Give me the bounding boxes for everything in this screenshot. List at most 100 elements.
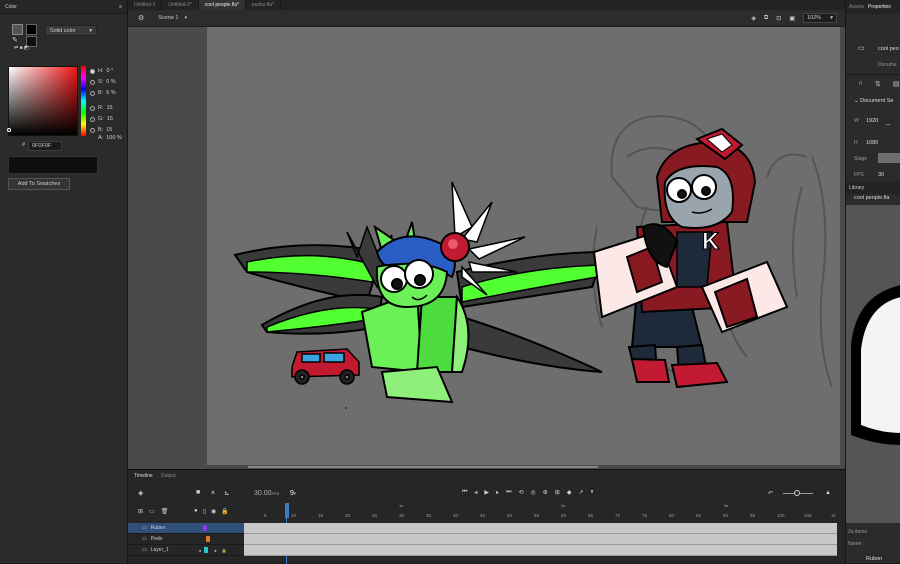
green-value[interactable]: 15 bbox=[107, 116, 113, 122]
red-radio[interactable] bbox=[90, 105, 95, 111]
layer-color-swatch[interactable] bbox=[204, 547, 209, 553]
center-stage-icon[interactable]: ⊡ bbox=[776, 15, 781, 22]
first-frame-icon[interactable]: ⏮ bbox=[462, 489, 467, 496]
highlight-dot-icon[interactable]: ● bbox=[199, 548, 201, 553]
current-frame-display[interactable]: 9F bbox=[290, 490, 296, 497]
library-item[interactable]: Ruben bbox=[866, 556, 882, 562]
hue-slider[interactable] bbox=[81, 66, 86, 136]
clip-icon[interactable]: ⧉ bbox=[764, 15, 768, 22]
scene-name[interactable]: Scene 1 bbox=[158, 15, 178, 21]
scene-chevron-icon[interactable]: ▾ bbox=[184, 15, 187, 21]
library-file[interactable]: cool people.fla bbox=[854, 195, 889, 201]
fill-bucket-icon[interactable]: ✎ bbox=[12, 36, 23, 44]
onion-skin-icon[interactable]: ◎ bbox=[531, 489, 536, 496]
tab-cool-people[interactable]: cool people.fla* bbox=[198, 0, 246, 10]
brightness-value[interactable]: 6 % bbox=[106, 90, 115, 96]
green-radio[interactable] bbox=[90, 116, 95, 122]
hex-input[interactable]: 0F0F0F bbox=[28, 141, 62, 151]
fill-type-select[interactable]: Solid color ▾ bbox=[45, 25, 97, 36]
saturation-field[interactable] bbox=[8, 66, 78, 136]
tab-properties[interactable]: Properties bbox=[868, 4, 891, 10]
swap-icon[interactable]: ⇅ bbox=[875, 80, 881, 88]
hue-value[interactable]: 0 ° bbox=[107, 68, 114, 74]
hue-radio[interactable] bbox=[90, 68, 95, 74]
visibility-icon[interactable]: ◉ bbox=[211, 508, 216, 515]
layer-name[interactable]: Layer_1 bbox=[151, 547, 169, 553]
horizontal-scrollbar[interactable] bbox=[248, 466, 598, 468]
graph-icon[interactable]: ⊾ bbox=[224, 489, 230, 497]
stage[interactable]: K bbox=[207, 27, 840, 465]
tab-timeline[interactable]: Timeline bbox=[134, 473, 153, 479]
outline-icon[interactable]: ▯ bbox=[203, 508, 206, 515]
frames-row-pedo[interactable] bbox=[244, 534, 837, 545]
stroke-color-icon[interactable] bbox=[12, 24, 23, 35]
height-value[interactable]: 1080 bbox=[866, 140, 878, 146]
keyframe-icon[interactable]: ◆ bbox=[567, 489, 572, 496]
mountain-large-icon[interactable]: ▲ bbox=[825, 490, 831, 496]
library-title[interactable]: Library bbox=[849, 185, 864, 191]
frames-row-ruben[interactable] bbox=[244, 523, 837, 534]
next-frame-icon[interactable]: ▸ bbox=[496, 489, 499, 496]
red-value[interactable]: 15 bbox=[107, 105, 113, 111]
color-picker-handle[interactable] bbox=[7, 128, 11, 132]
layer-color-swatch[interactable] bbox=[206, 536, 211, 542]
layer-row[interactable]: ▭ Ruben bbox=[128, 523, 244, 534]
highlight-icon[interactable]: ● bbox=[194, 508, 198, 515]
layer-color-swatch[interactable] bbox=[203, 525, 208, 531]
edit-multiple-icon[interactable]: ⊕ bbox=[543, 489, 548, 496]
new-folder-icon[interactable]: ▭ bbox=[149, 508, 155, 515]
stroke-swatch[interactable] bbox=[26, 24, 37, 35]
layer-row[interactable]: ▭ Layer_1 ● ● 🔒 bbox=[128, 545, 244, 556]
frame-ruler[interactable]: 1s 2s 3s 5 10 15 20 25 30 35 40 45 50 55 60 65 70 75 80… bbox=[244, 503, 837, 523]
fit-icon[interactable]: ▣ bbox=[789, 15, 795, 22]
zoom-slider-handle[interactable] bbox=[794, 490, 800, 496]
zoom-select[interactable]: 102% ▾ bbox=[803, 13, 837, 23]
tab-assets[interactable]: Assets bbox=[849, 4, 864, 10]
align-icon[interactable]: ▤ bbox=[893, 80, 900, 88]
frames-row-layer1[interactable] bbox=[244, 545, 837, 556]
play-icon[interactable]: ▶ bbox=[484, 489, 489, 496]
pause-icon[interactable]: ⏸ bbox=[590, 489, 593, 496]
lock-small-icon[interactable]: 🔒 bbox=[222, 548, 227, 553]
blue-value[interactable]: 15 bbox=[106, 127, 112, 133]
panel-menu-icon[interactable]: ≡ bbox=[119, 4, 122, 10]
new-layer-icon[interactable]: ⊞ bbox=[138, 508, 143, 515]
name-column-header[interactable]: Name ↑ bbox=[848, 541, 865, 547]
edit-scene-icon[interactable]: ⚙ bbox=[138, 14, 144, 22]
playhead[interactable] bbox=[285, 503, 289, 518]
tab-output[interactable]: Output bbox=[161, 473, 176, 479]
delete-layer-icon[interactable]: 🗑 bbox=[161, 508, 169, 515]
insert-frame-icon[interactable]: ⊞ bbox=[555, 489, 560, 496]
swap-colors-icon[interactable]: ⇄ ■ ◩ bbox=[14, 45, 29, 51]
visibility-dot-icon[interactable]: ● bbox=[214, 548, 216, 553]
saturation-radio[interactable] bbox=[90, 79, 95, 85]
layer-row[interactable]: ▭ Pedo bbox=[128, 534, 244, 545]
undo-icon[interactable]: ↶ bbox=[768, 490, 773, 497]
brightness-radio[interactable] bbox=[90, 90, 95, 96]
lock-icon[interactable]: 🔒 bbox=[221, 508, 228, 515]
tab-punks[interactable]: punks.fla* bbox=[246, 0, 281, 10]
document-settings-header[interactable]: ⌄ Document Se bbox=[854, 98, 893, 104]
saturation-value[interactable]: 0 % bbox=[106, 79, 115, 85]
parent-icon[interactable]: ⩚ bbox=[211, 489, 215, 497]
last-frame-icon[interactable]: ⏭ bbox=[506, 489, 511, 496]
prev-frame-icon[interactable]: ◂ bbox=[474, 489, 477, 496]
loop-icon[interactable]: ⟲ bbox=[518, 489, 523, 496]
width-value[interactable]: 1920 bbox=[866, 118, 878, 124]
blue-radio[interactable] bbox=[90, 127, 95, 133]
camera-icon[interactable]: ■ bbox=[196, 489, 200, 496]
add-to-swatches-button[interactable]: Add To Swatches bbox=[8, 178, 70, 190]
fps-display[interactable]: 30.00FPS bbox=[254, 490, 279, 497]
link-icon[interactable]: ⊶ bbox=[886, 122, 890, 127]
snap-icon[interactable]: ◈ bbox=[751, 15, 756, 22]
tween-icon[interactable]: ↗ bbox=[578, 489, 583, 496]
layers-icon[interactable]: ◈ bbox=[138, 489, 143, 497]
stage-color-swatch[interactable] bbox=[878, 153, 900, 163]
tab-untitled-1[interactable]: Untitled-1 bbox=[128, 0, 163, 10]
tab-untitled-2[interactable]: Untitled-2* bbox=[162, 0, 199, 10]
magnet-icon[interactable]: ∩ bbox=[858, 80, 863, 88]
layer-name[interactable]: Ruben bbox=[151, 525, 166, 531]
alpha-value[interactable]: 100 % bbox=[106, 135, 122, 141]
fps-value[interactable]: 30 bbox=[878, 172, 884, 178]
layer-name[interactable]: Pedo bbox=[151, 536, 163, 542]
